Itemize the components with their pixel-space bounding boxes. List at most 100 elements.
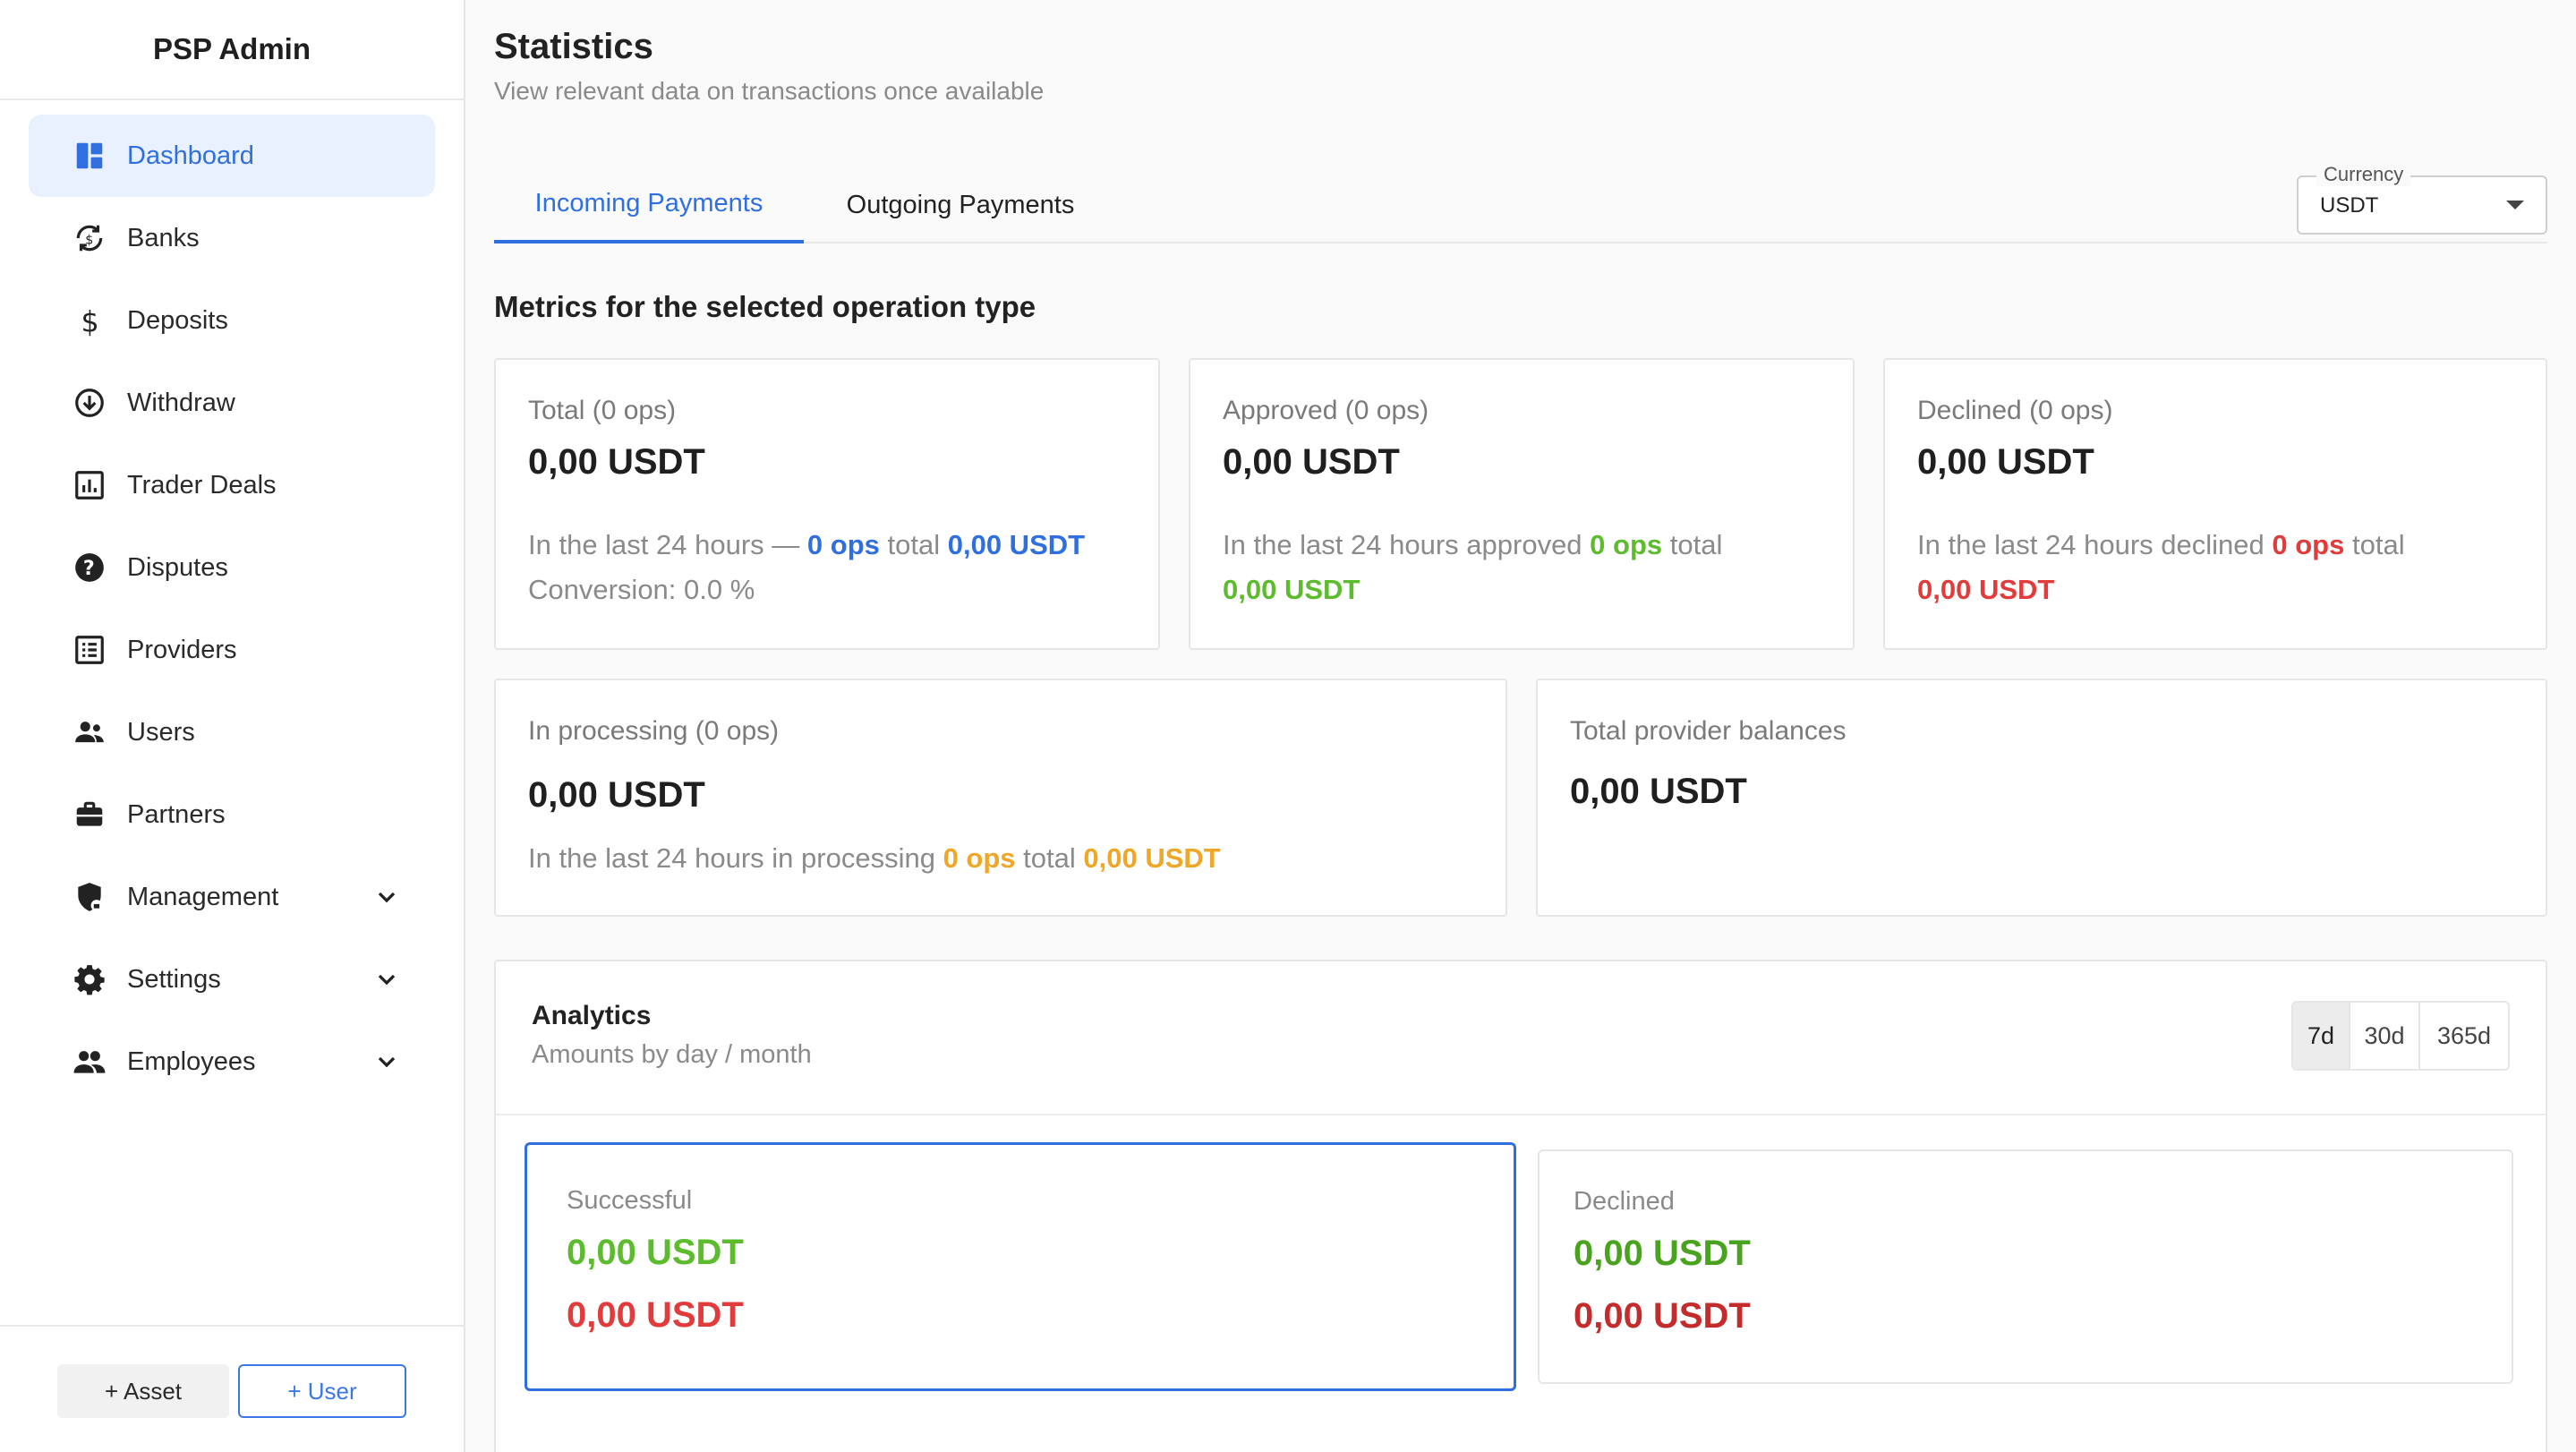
sidebar-item-label: Dashboard [127,141,254,170]
sidebar-item-withdraw[interactable]: Withdraw [29,362,435,444]
sidebar-item-label: Trader Deals [127,470,277,500]
chevron-down-icon [378,892,396,903]
processing-desc-prefix: In the last 24 hours in processing [528,842,935,874]
total-desc-mid: total [887,529,941,560]
sidebar-nav: Dashboard $ Banks $ Deposits Withdraw Tr… [29,115,435,1103]
sidebar-item-label: Management [127,882,279,911]
approved-description: In the last 24 hours approved 0 ops tota… [1223,523,1835,612]
sidebar-item-settings[interactable]: Settings [29,938,435,1021]
approved-desc-prefix: In the last 24 hours approved [1223,529,1582,560]
declined-amount: 0,00 USDT [1917,574,2055,605]
approved-card: Approved (0 ops) 0,00 USDT In the last 2… [1189,358,1855,650]
declined-desc-mid: total [2351,529,2405,560]
range-7d-button[interactable]: 7d [2293,1003,2350,1069]
sidebar-item-label: Users [127,717,195,747]
help-circle-icon: ? [72,550,107,585]
declined-desc-prefix: In the last 24 hours declined [1917,529,2265,560]
sidebar-item-label: Withdraw [127,388,235,417]
sidebar-item-users[interactable]: Users [29,691,435,773]
analytics-panel: Analytics Amounts by day / month 7d 30d … [494,960,2547,1452]
declined-analytics-card[interactable]: Declined 0,00 USDT 0,00 USDT [1538,1149,2513,1384]
sidebar-item-banks[interactable]: $ Banks [29,197,435,279]
provider-balances-label: Total provider balances [1570,716,1847,746]
analytics-header: Analytics Amounts by day / month 7d 30d … [496,961,2546,1115]
sidebar-item-providers[interactable]: Providers [29,609,435,691]
range-365d-button[interactable]: 365d [2420,1003,2508,1069]
processing-ops-count: 0 ops [943,842,1016,874]
page-subtitle: View relevant data on transactions once … [494,77,1045,105]
sidebar: PSP Admin Dashboard $ Banks $ Deposits W… [0,0,465,1452]
declined-card: Declined (0 ops) 0,00 USDT In the last 2… [1883,358,2547,650]
sidebar-item-label: Banks [127,223,200,252]
bar-chart-icon [72,467,107,503]
approved-desc-mid: total [1669,529,1723,560]
sidebar-item-label: Employees [127,1046,256,1076]
range-30d-button[interactable]: 30d [2350,1003,2420,1069]
declined-ops-count: 0 ops [2272,529,2345,560]
sidebar-item-deposits[interactable]: $ Deposits [29,279,435,362]
payment-tabs: Incoming Payments Outgoing Payments [494,167,2547,243]
declined-value-green: 0,00 USDT [1574,1234,1751,1273]
tab-incoming-payments[interactable]: Incoming Payments [494,167,804,243]
sidebar-item-trader-deals[interactable]: Trader Deals [29,444,435,526]
dashboard-icon [72,138,107,174]
app-title: PSP Admin [0,0,464,100]
sidebar-item-label: Disputes [127,552,228,582]
add-user-button[interactable]: + User [238,1364,406,1418]
successful-label: Successful [567,1186,693,1215]
currency-label: Currency [2316,163,2411,186]
processing-description: In the last 24 hours in processing 0 ops… [528,836,1488,881]
sidebar-item-label: Deposits [127,305,228,335]
declined-analytics-label: Declined [1574,1187,1675,1216]
declined-value-red: 0,00 USDT [1574,1296,1751,1336]
total-value: 0,00 USDT [528,442,705,482]
successful-card[interactable]: Successful 0,00 USDT 0,00 USDT [525,1142,1516,1391]
sidebar-item-management[interactable]: Management [29,856,435,938]
approved-label: Approved (0 ops) [1223,396,1429,425]
total-ops-count: 0 ops [806,529,880,560]
add-asset-button[interactable]: + Asset [57,1364,229,1418]
analytics-subtitle: Amounts by day / month [532,1040,812,1069]
processing-card: In processing (0 ops) 0,00 USDT In the l… [494,679,1507,917]
svg-text:?: ? [83,557,95,580]
currency-select[interactable]: Currency USDT [2297,163,2547,235]
declined-description: In the last 24 hours declined 0 ops tota… [1917,523,2528,612]
svg-text:$: $ [85,233,93,247]
total-amount: 0,00 USDT [947,529,1086,560]
bank-sync-icon: $ [72,220,107,256]
sidebar-item-partners[interactable]: Partners [29,773,435,856]
successful-value-red: 0,00 USDT [567,1295,744,1335]
provider-balances-value: 0,00 USDT [1570,772,1747,811]
sidebar-item-employees[interactable]: Employees [29,1021,435,1103]
page-title: Statistics [494,27,653,66]
total-card: Total (0 ops) 0,00 USDT In the last 24 h… [494,358,1160,650]
sidebar-item-label: Settings [127,964,221,994]
users-icon [72,714,107,750]
provider-balances-card: Total provider balances 0,00 USDT [1536,679,2547,917]
tab-outgoing-payments[interactable]: Outgoing Payments [804,167,1117,243]
sidebar-footer: + Asset + User [0,1325,464,1452]
arrow-down-circle-icon [72,385,107,421]
total-description: In the last 24 hours — 0 ops total 0,00 … [528,523,1140,612]
processing-amount: 0,00 USDT [1083,842,1221,874]
declined-label: Declined (0 ops) [1917,396,2113,425]
briefcase-icon [72,797,107,833]
caret-down-icon [2506,201,2524,209]
total-conversion: Conversion: 0.0 % [528,574,755,605]
gear-icon [72,961,107,997]
analytics-title: Analytics [532,1001,652,1030]
group-icon [72,1044,107,1080]
total-label: Total (0 ops) [528,396,677,425]
sidebar-item-label: Partners [127,799,226,829]
sidebar-item-label: Providers [127,635,237,664]
metrics-title: Metrics for the selected operation type [494,290,1036,323]
chevron-down-icon [378,1056,396,1068]
approved-amount: 0,00 USDT [1223,574,1361,605]
total-desc-prefix: In the last 24 hours — [528,529,800,560]
svg-text:$: $ [81,307,99,337]
sidebar-item-dashboard[interactable]: Dashboard [29,115,435,197]
sidebar-item-disputes[interactable]: ? Disputes [29,526,435,609]
processing-value: 0,00 USDT [528,775,705,815]
grid-list-icon [72,632,107,668]
range-toggle: 7d 30d 365d [2291,1001,2510,1071]
